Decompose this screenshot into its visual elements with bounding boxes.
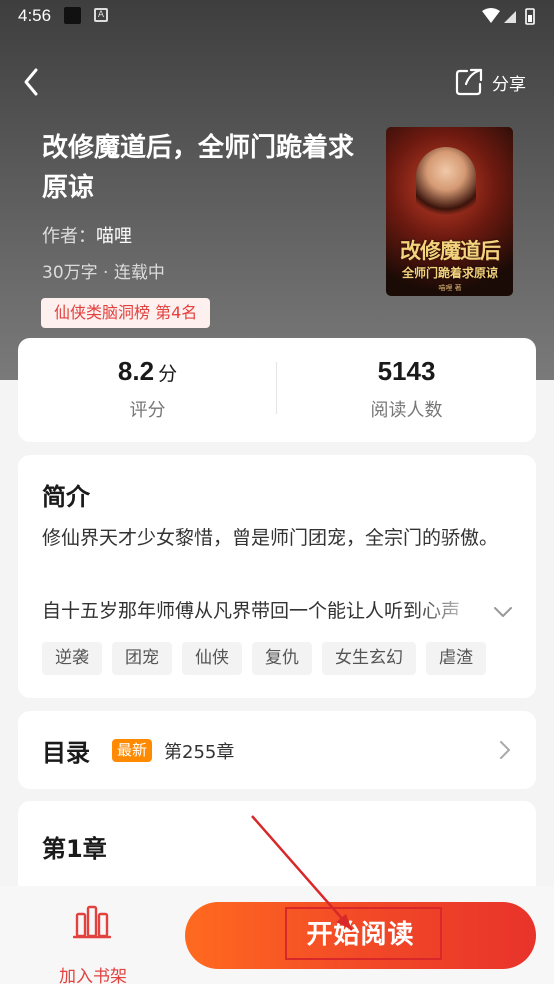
- author-prefix: 作者：: [42, 226, 96, 247]
- author-name[interactable]: 喵哩: [96, 226, 132, 247]
- intro-title: 简介: [42, 483, 90, 511]
- bookshelf-icon: [73, 905, 111, 939]
- cover-title-art: 改修魔道后: [400, 239, 501, 263]
- tag[interactable]: 仙侠: [182, 642, 242, 675]
- share-label: 分享: [492, 74, 526, 95]
- chevron-left-icon: [24, 68, 38, 96]
- toc-title: 目录: [42, 739, 90, 767]
- cover-illustration: [416, 147, 476, 227]
- status-time: 4:56: [18, 6, 52, 25]
- chevron-right-icon: [500, 741, 510, 759]
- add-to-shelf-button[interactable]: 加入书架: [48, 904, 138, 984]
- cover-author-art: 喵哩 著: [438, 284, 462, 292]
- tag[interactable]: 复仇: [252, 642, 312, 675]
- intro-text-truncated: 自十五岁那年师傅从凡界带回一个能让人听到心声: [42, 600, 461, 622]
- rank-badge[interactable]: 仙侠类脑洞榜 第4名: [41, 298, 211, 328]
- readers-label: 阅读人数: [370, 400, 443, 421]
- share-icon: [455, 68, 483, 96]
- intro-card[interactable]: 简介 修仙界天才少女黎惜，曾是师门团宠，全宗门的骄傲。 自十五岁那年师傅从凡界带…: [18, 455, 536, 698]
- tag-list: 逆袭 团宠 仙侠 复仇 女生玄幻 虐渣: [42, 642, 486, 675]
- wifi-signal-battery-icon: [482, 8, 535, 25]
- table-of-contents-row[interactable]: 目录 最新 第255章: [18, 711, 536, 789]
- rating-stat: 8.2 分 评分: [18, 338, 277, 442]
- back-button[interactable]: [18, 64, 52, 100]
- intro-text: 修仙界天才少女黎惜，曾是师门团宠，全宗门的骄傲。: [42, 527, 499, 549]
- rating-value: 8.2: [117, 356, 155, 386]
- book-cover: 改修魔道后 全师门跪着求原谅 喵哩 著: [386, 127, 513, 296]
- add-to-shelf-label: 加入书架: [59, 967, 127, 984]
- tag[interactable]: 虐渣: [426, 642, 486, 675]
- author-row: 作者：喵哩: [42, 222, 132, 248]
- rating-label: 评分: [129, 400, 166, 421]
- annotation-highlight-box: [285, 907, 442, 960]
- cover-subtitle-art: 全师门跪着求原谅: [401, 266, 498, 280]
- book-title: 改修魔道后，全师门跪着求原谅: [42, 133, 355, 203]
- stats-card: 8.2 分 评分 5143 阅读人数: [18, 338, 536, 442]
- notification-icon: [64, 7, 81, 24]
- readers-value: 5143: [377, 356, 436, 386]
- app-notification-icon: A: [94, 8, 108, 22]
- rating-value-row: 8.2 分: [18, 356, 277, 387]
- tag[interactable]: 团宠: [112, 642, 172, 675]
- chevron-down-icon[interactable]: [492, 601, 514, 623]
- status-bar: 4:56 A: [0, 0, 554, 34]
- tag[interactable]: 女生玄幻: [322, 642, 416, 675]
- share-button[interactable]: 分享: [454, 64, 544, 100]
- chapter-title: 第1章: [42, 835, 107, 863]
- book-meta: 30万字 · 连载中: [42, 263, 165, 283]
- rating-unit: 分: [158, 364, 178, 385]
- latest-chapter: 第255章: [164, 742, 235, 763]
- tag[interactable]: 逆袭: [42, 642, 102, 675]
- latest-badge: 最新: [112, 739, 153, 762]
- readers-stat: 5143 阅读人数: [277, 338, 536, 442]
